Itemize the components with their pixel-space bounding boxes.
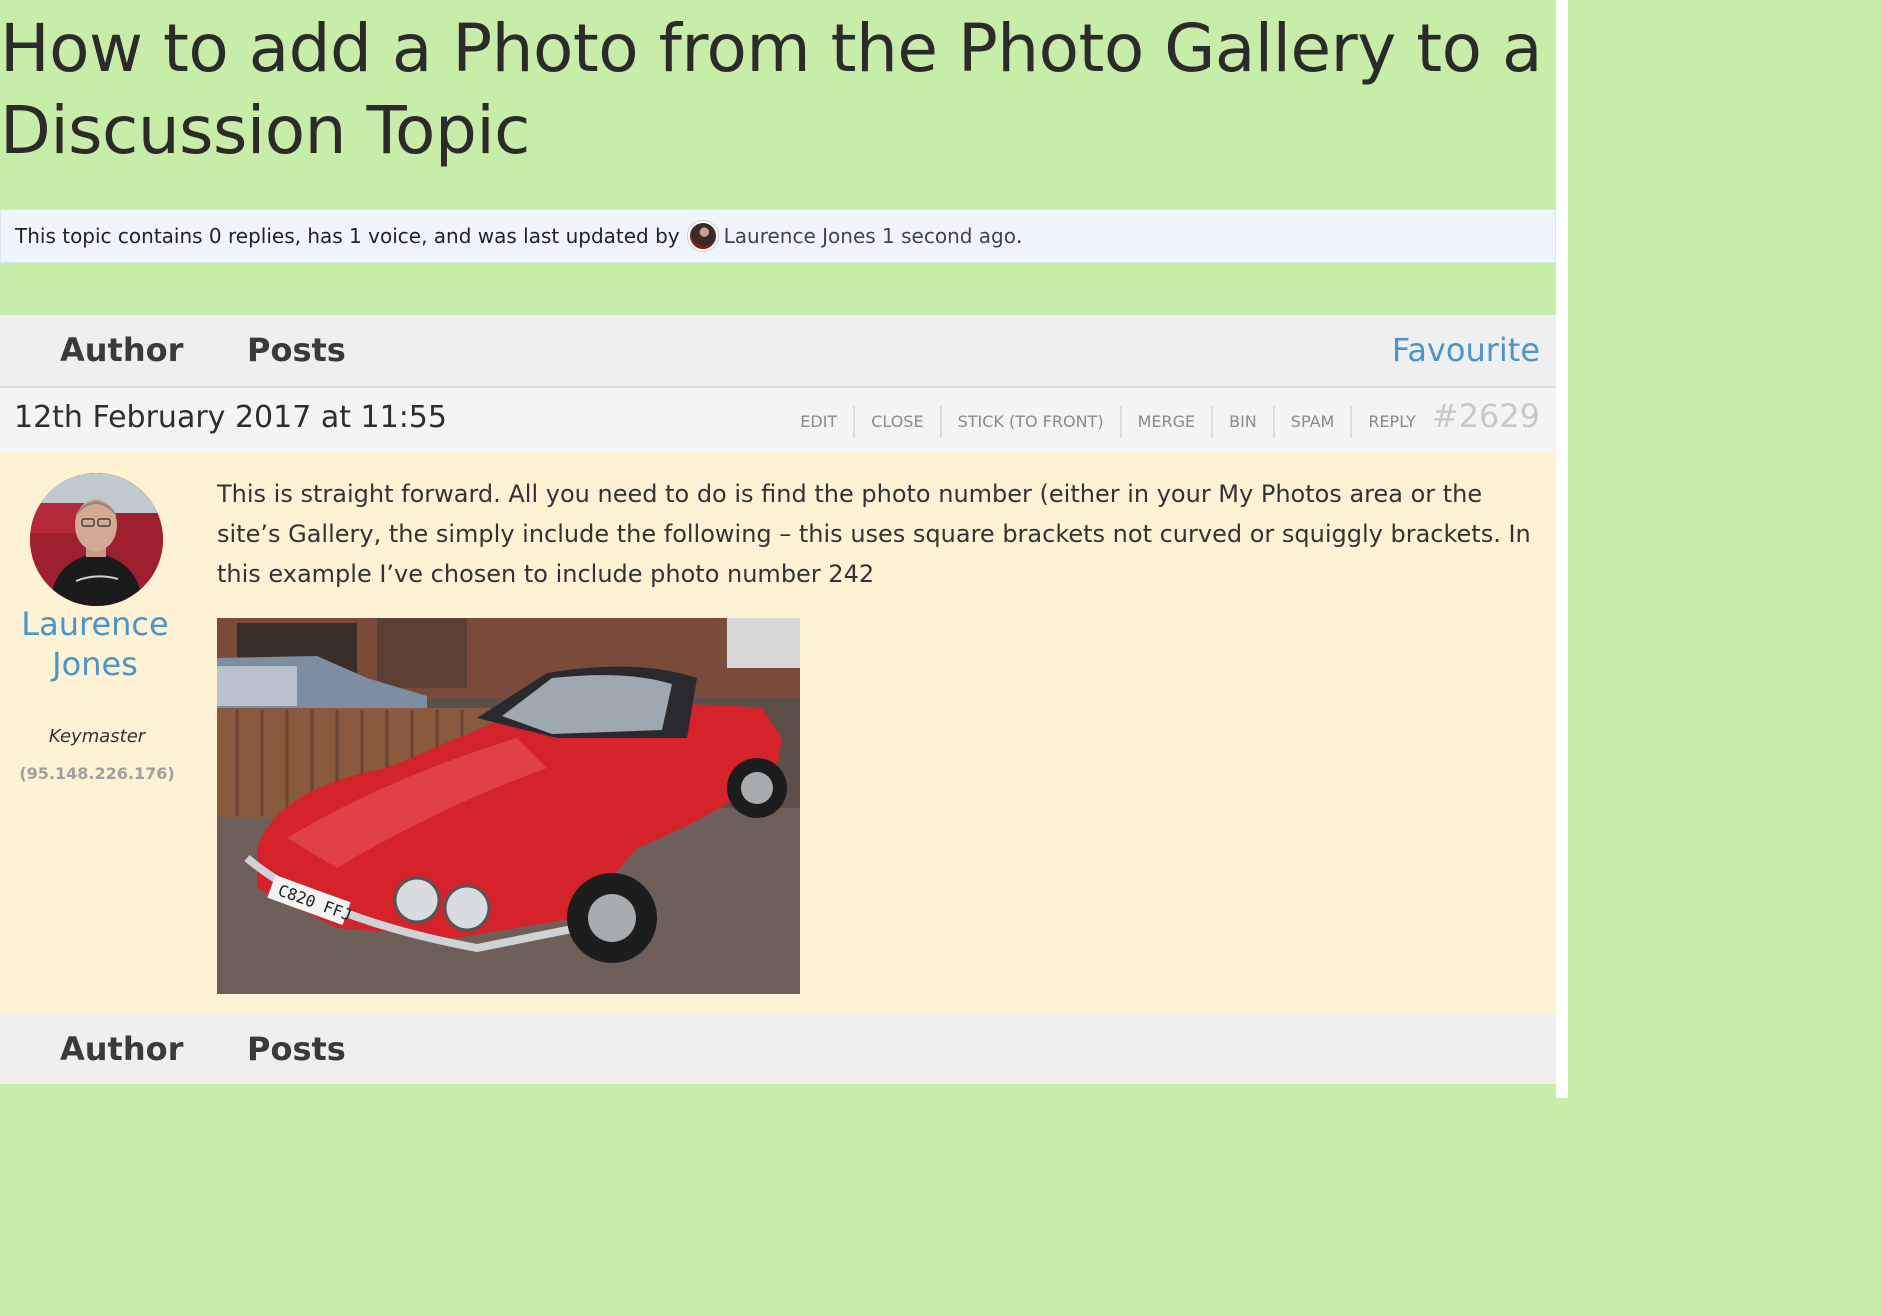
footer-author: Author [60,1030,184,1068]
author-name-link[interactable]: Laurence Jones [0,604,190,684]
posts-table-header: Author Posts Favourite [0,315,1556,387]
edit-link[interactable]: Edit [784,406,856,438]
posts-table-footer: Author Posts [0,1014,1556,1084]
author-avatar[interactable] [30,473,163,606]
footer-posts: Posts [247,1030,346,1068]
author-role: Keymaster [48,726,146,747]
post-header: 12th February 2017 at 11:55 Edit Close S… [0,388,1556,452]
close-link[interactable]: Close [855,406,942,438]
user-avatar-small[interactable] [687,221,718,251]
post-permalink[interactable]: #2629 [1432,397,1540,435]
favourite-link[interactable]: Favourite [1392,331,1540,369]
author-ip: (95.148.226.176) [19,764,175,783]
notice-end: . [1016,224,1023,248]
page-title: How to add a Photo from the Photo Galler… [0,10,1542,169]
notice-text: This topic contains 0 replies, has 1 voi… [15,224,680,248]
car-photo-image: C820 FFJ [217,618,800,994]
notice-user-link[interactable]: Laurence Jones [724,224,876,248]
spam-link[interactable]: Spam [1275,406,1353,438]
post-admin-links: Edit Close Stick (To Front) Merge Bin Sp… [784,394,1540,438]
page: How to add a Photo from the Photo Galler… [0,0,1568,1098]
window-edge [1556,0,1568,1098]
post-date: 12th February 2017 at 11:55 [14,400,447,435]
reply-link[interactable]: Reply [1352,406,1431,438]
post-body: Laurence Jones Keymaster (95.148.226.176… [0,452,1556,1014]
notice-time-link[interactable]: 1 second ago [882,224,1016,248]
header-posts: Posts [247,331,346,369]
merge-link[interactable]: Merge [1122,406,1214,438]
author-avatar-image [30,473,163,606]
post-content: This is straight forward. All you need t… [217,480,1531,588]
stick-link[interactable]: Stick (To Front) [942,406,1122,438]
post-photo[interactable]: C820 FFJ [217,618,800,994]
header-author: Author [60,331,184,369]
bin-link[interactable]: Bin [1213,406,1275,438]
topic-notice: This topic contains 0 replies, has 1 voi… [0,209,1556,263]
